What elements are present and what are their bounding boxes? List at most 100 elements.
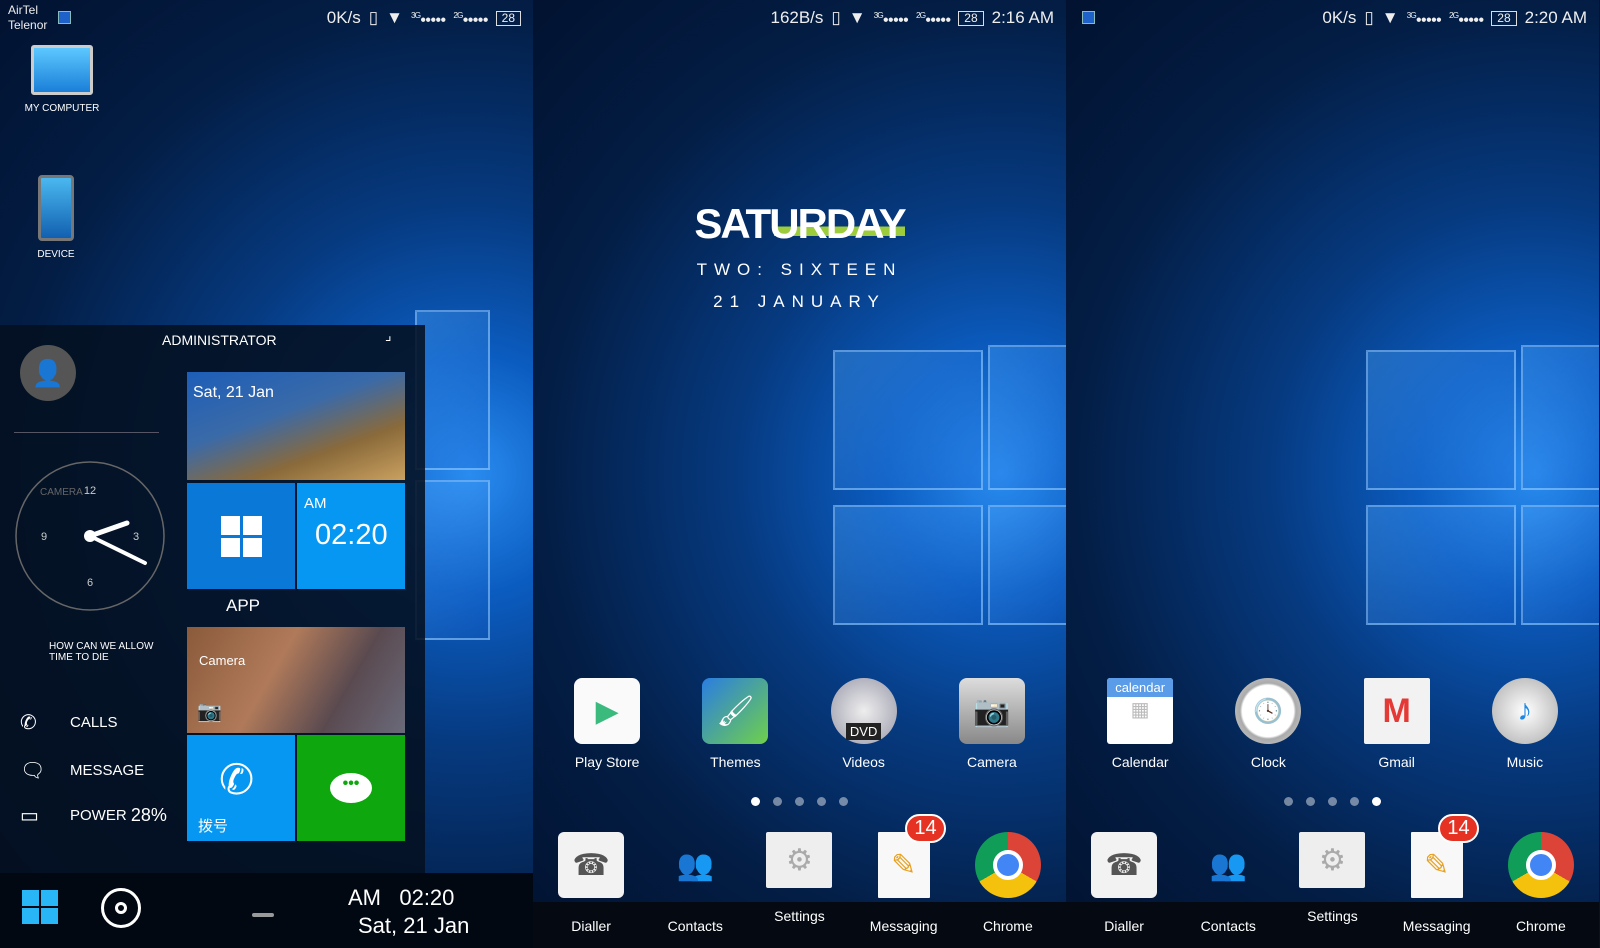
- clock-time: 02:20: [315, 519, 388, 551]
- battery-icon: 28: [958, 10, 984, 26]
- clock-tile[interactable]: AM 02:20: [297, 483, 405, 589]
- launcher-screen: AirTel Telenor 0K/s ▯ ▼ 3G●●●●● 2G●●●●● 28…: [0, 0, 533, 948]
- page-dot[interactable]: [839, 797, 848, 806]
- net-type-1: 3G: [410, 10, 421, 21]
- page-dot[interactable]: [1328, 797, 1337, 806]
- dock-label: Settings: [774, 908, 825, 924]
- dialer-tile[interactable]: ✆ 拨号: [187, 735, 295, 841]
- app-label: Music: [1506, 754, 1544, 770]
- page-dot[interactable]: [773, 797, 782, 806]
- calls-link[interactable]: ✆ CALLS: [20, 710, 118, 735]
- contacts-icon: 👥: [676, 848, 714, 882]
- music-disc-icon: ♪: [1491, 678, 1558, 744]
- net-type-2: 2G: [915, 10, 926, 21]
- dock: ☎ Dialler 👥 Contacts ⚙ Settings ✎ 14 Messagin…: [1066, 814, 1599, 935]
- my-computer-icon[interactable]: MY COMPUTER: [22, 45, 102, 114]
- clock-number: 3: [133, 531, 139, 543]
- wallpaper-pane: [415, 480, 490, 640]
- clock-number: 9: [41, 531, 47, 543]
- dock-messaging[interactable]: ✎ 14 Messaging: [1387, 814, 1487, 934]
- wifi-icon: ▼: [1381, 8, 1399, 27]
- page-dot[interactable]: [1350, 797, 1359, 806]
- notification-icon: [1082, 11, 1095, 24]
- app-label: Clock: [1250, 754, 1286, 770]
- icon-label: MY COMPUTER: [24, 103, 100, 114]
- net-speed: 0K/s: [326, 8, 361, 27]
- page-dot[interactable]: [1284, 797, 1293, 806]
- start-button[interactable]: [22, 890, 58, 924]
- app-themes[interactable]: 🖌 Themes: [680, 678, 790, 770]
- link-label: CALLS: [70, 714, 118, 731]
- taskbar-ampm: AM: [348, 885, 381, 910]
- photo-date: Sat, 21 Jan: [193, 384, 274, 401]
- section-heading: APP: [226, 596, 261, 615]
- widget-date: 21 JANUARY: [713, 292, 886, 311]
- dock-settings[interactable]: ⚙ Settings: [749, 832, 849, 934]
- phone-device-icon: [38, 175, 74, 241]
- user-avatar[interactable]: 👤: [20, 345, 76, 401]
- dialler-icon: ☎: [1091, 832, 1158, 898]
- dock-dialler[interactable]: ☎ Dialler: [1074, 832, 1174, 934]
- dock-messaging[interactable]: ✎ 14 Messaging: [854, 814, 954, 934]
- app-music[interactable]: ♪ Music: [1470, 678, 1580, 770]
- windows-logo-icon: [220, 515, 262, 557]
- signal-2: ●●●●●: [925, 14, 951, 26]
- app-label: Camera: [966, 754, 1017, 770]
- notification-icon: [58, 11, 71, 24]
- power-link[interactable]: ▭ POWER 28%: [20, 803, 167, 828]
- message-icon: 🗨: [20, 760, 46, 782]
- taskbar-time: 02:20: [399, 885, 455, 910]
- page-dot[interactable]: [795, 797, 804, 806]
- dialler-icon: ☎: [558, 832, 625, 898]
- dock-dialler[interactable]: ☎ Dialler: [541, 832, 641, 934]
- dock-contacts[interactable]: 👥 Contacts: [645, 832, 745, 935]
- app-clock[interactable]: 🕓 Clock: [1213, 678, 1323, 770]
- widget-time: TWO: SIXTEEN: [696, 260, 903, 279]
- app-videos[interactable]: DVD Videos: [809, 678, 919, 770]
- windows-tile[interactable]: [187, 483, 295, 589]
- camera-tile[interactable]: Camera 📷: [187, 627, 405, 733]
- net-type-1: 3G: [873, 10, 884, 21]
- wallpaper-pane: [1521, 345, 1599, 490]
- dock-label: Contacts: [1200, 918, 1256, 934]
- page-dot[interactable]: [1306, 797, 1315, 806]
- app-label: Themes: [710, 754, 761, 770]
- settings-gear-icon: ⚙: [766, 832, 833, 888]
- battery-icon: ▭: [20, 805, 39, 827]
- signal-1: ●●●●●: [1415, 14, 1442, 26]
- clock-number: 6: [87, 577, 93, 589]
- themes-icon: 🖌: [702, 678, 769, 744]
- camera-icon: 📷: [197, 701, 222, 723]
- app-gmail[interactable]: M Gmail: [1342, 678, 1452, 770]
- page-dot[interactable]: [817, 797, 826, 806]
- photo-tile[interactable]: Sat, 21 Jan: [187, 372, 405, 480]
- dock-chrome[interactable]: Chrome: [1491, 832, 1591, 934]
- chat-bubble-icon: •••: [330, 773, 372, 803]
- start-menu: ADMINISTRATOR ⌟ 👤 CAMERA 12 3 6 9 HOW CA…: [0, 325, 425, 873]
- dvd-icon: DVD: [830, 678, 897, 744]
- wallpaper-pane: [988, 345, 1066, 490]
- page-dot[interactable]: [1372, 797, 1381, 806]
- net-speed: 162B/s: [770, 8, 824, 27]
- app-calendar[interactable]: calendar ▦ Calendar: [1085, 678, 1195, 770]
- wallpaper-pane: [833, 505, 983, 625]
- home-screen-5: 0K/s ▯ ▼ 3G●●●●● 2G●●●●● 28 2:20 AM calenda…: [1066, 0, 1599, 948]
- refresh-icon[interactable]: [101, 888, 141, 928]
- dock-contacts[interactable]: 👥 Contacts: [1178, 832, 1278, 935]
- camera-label: Camera: [199, 653, 246, 668]
- dock-settings[interactable]: ⚙ Settings: [1282, 832, 1382, 934]
- nav-handle[interactable]: [252, 913, 274, 917]
- messages-tile[interactable]: •••: [297, 735, 405, 841]
- dock-chrome[interactable]: Chrome: [958, 832, 1058, 934]
- date-widget[interactable]: SATURDAY TWO: SIXTEEN 21 JANUARY: [533, 200, 1066, 312]
- wallpaper-pane: [833, 350, 983, 490]
- page-dot[interactable]: [751, 797, 760, 806]
- vibrate-icon: ▯: [1364, 8, 1374, 27]
- message-link[interactable]: 🗨 MESSAGE: [20, 758, 144, 783]
- collapse-icon[interactable]: ⌟: [385, 327, 392, 344]
- wifi-icon: ▼: [386, 8, 403, 27]
- app-play-store[interactable]: ▶ Play Store: [552, 678, 662, 770]
- app-camera[interactable]: 📷 Camera: [937, 678, 1047, 770]
- device-icon[interactable]: DEVICE: [16, 175, 96, 260]
- unread-badge: 14: [1438, 814, 1479, 843]
